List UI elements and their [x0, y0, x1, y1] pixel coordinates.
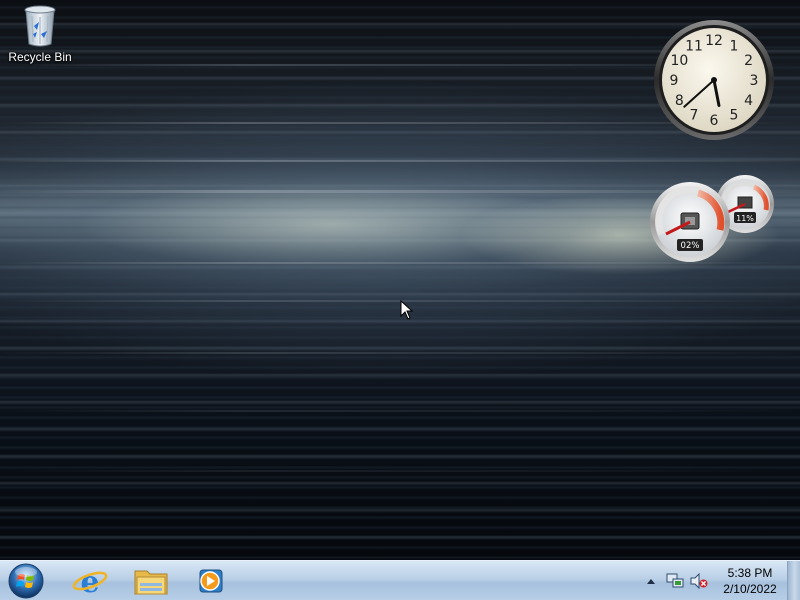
- cpu-meter-gadget[interactable]: 11% 02%: [648, 172, 778, 264]
- taskbar: e 5:38 PM 2/10/2022: [0, 560, 800, 600]
- clock-numeral: 2: [744, 53, 753, 69]
- media-player-icon: [199, 569, 223, 593]
- internet-explorer-icon: e: [72, 565, 108, 600]
- recycle-bin-icon: [23, 4, 57, 48]
- chevron-up-icon: [647, 579, 655, 584]
- clock-numeral: 5: [730, 108, 739, 124]
- desktop-icon-recycle-bin[interactable]: Recycle Bin: [4, 4, 76, 64]
- taskbar-date: 2/10/2022: [723, 582, 777, 596]
- clock-numeral: 1: [730, 38, 739, 54]
- clock-numeral: 12: [705, 33, 723, 49]
- wallpaper-streak: [0, 410, 800, 412]
- clock-numeral: 3: [750, 73, 759, 89]
- folder-icon: [134, 570, 168, 595]
- clock-numeral: 6: [710, 113, 719, 129]
- wallpaper-streak: [0, 352, 800, 354]
- mouse-cursor-icon: [400, 299, 414, 320]
- wallpaper-streak: [0, 470, 800, 472]
- wallpaper-streak: [0, 160, 800, 162]
- clock-numeral: 11: [685, 38, 703, 54]
- clock-numeral: 8: [675, 93, 684, 109]
- taskbar-internet-explorer[interactable]: e: [64, 563, 116, 600]
- taskbar-windows-explorer[interactable]: [125, 563, 177, 599]
- taskbar-time: 5:38 PM: [727, 566, 773, 580]
- desktop-icon-label: Recycle Bin: [8, 50, 72, 64]
- clock-numeral: 9: [670, 73, 679, 89]
- volume-tray-icon[interactable]: [690, 572, 708, 590]
- show-desktop-button[interactable]: [787, 561, 800, 600]
- clock-numeral: 7: [690, 108, 699, 124]
- show-hidden-icons-button[interactable]: [645, 573, 657, 587]
- network-tray-icon[interactable]: [666, 572, 684, 590]
- clock-numeral: 10: [670, 53, 688, 69]
- start-button[interactable]: [6, 562, 46, 600]
- svg-text:e: e: [80, 565, 99, 599]
- memory-usage-label: 11%: [736, 214, 754, 223]
- volume-muted-icon: [690, 572, 708, 590]
- network-icon: [666, 573, 684, 588]
- taskbar-clock[interactable]: 5:38 PM 2/10/2022: [716, 565, 784, 597]
- cpu-usage-label: 02%: [681, 241, 700, 251]
- clock-gadget[interactable]: 12 1 2 3 4 5 6 7 8 9 10 11: [652, 18, 776, 142]
- taskbar-windows-media-player[interactable]: [184, 563, 236, 599]
- clock-numeral: 4: [744, 93, 753, 109]
- windows-orb-icon: [8, 563, 44, 599]
